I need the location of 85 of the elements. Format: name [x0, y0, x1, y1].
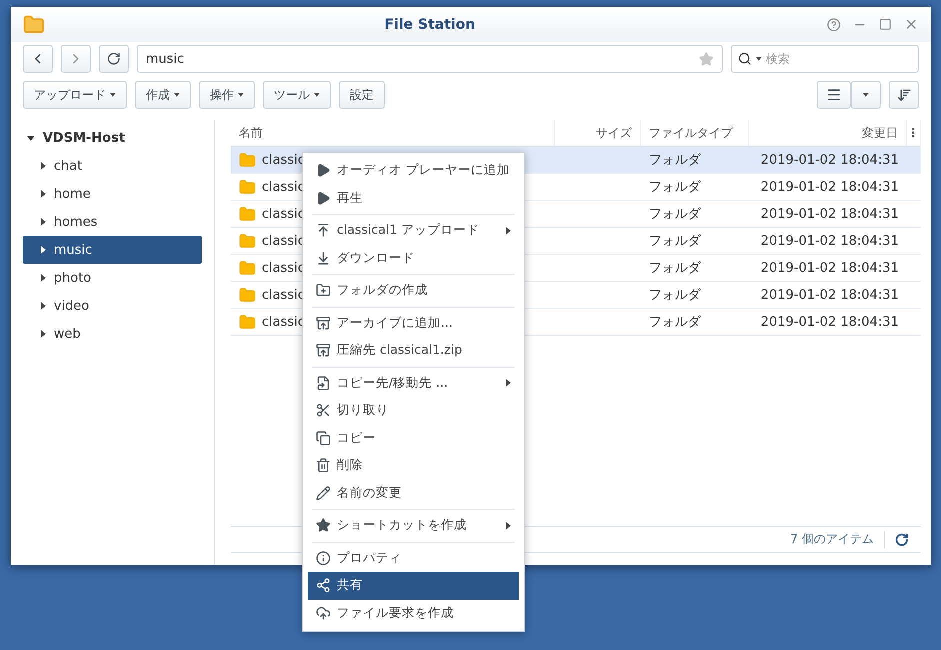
menu-item[interactable]: 名前の変更 — [308, 480, 519, 507]
maximize-icon[interactable] — [879, 18, 892, 31]
table-cell-text: フォルダ — [648, 233, 702, 251]
tree-item[interactable]: photo — [23, 264, 202, 292]
folder-icon — [239, 178, 256, 196]
refresh-icon[interactable] — [895, 532, 909, 546]
toolbar-button[interactable]: ツール — [263, 81, 331, 109]
cloud-upload-icon — [316, 606, 331, 621]
menu-item[interactable]: ショートカットを作成 — [308, 512, 519, 540]
file-name: classic — [262, 260, 306, 276]
play-icon — [316, 190, 331, 206]
back-button[interactable] — [23, 45, 53, 73]
archive-icon — [316, 316, 331, 331]
table-cell-text: 2019-01-02 18:04:31 — [760, 314, 900, 332]
table-cell-text: フォルダ — [648, 314, 702, 332]
tree-item[interactable]: home — [23, 180, 202, 208]
table-cell-text: フォルダ — [648, 260, 702, 278]
archive-icon — [316, 343, 331, 358]
folder-plus-icon — [316, 283, 331, 298]
refresh-button[interactable] — [99, 45, 129, 73]
menu-item[interactable]: コピー先/移動先 ... — [308, 370, 519, 397]
item-count: 7 個のアイテム — [790, 531, 874, 548]
toolbar-button[interactable]: 作成 — [135, 81, 191, 109]
table-cell-text: 2019-01-02 18:04:31 — [760, 178, 900, 196]
folder-icon — [239, 260, 256, 276]
close-icon[interactable] — [904, 17, 919, 32]
view-list-button[interactable] — [817, 81, 851, 109]
table-cell-text: 2019-01-02 18:04:31 — [760, 260, 900, 278]
toolbar-button[interactable]: 操作 — [199, 81, 255, 109]
scissors-icon — [316, 403, 331, 418]
menu-item[interactable]: アーカイブに追加... — [308, 310, 519, 337]
favorite-star-icon[interactable] — [699, 52, 714, 66]
tree-item[interactable]: music — [23, 236, 202, 264]
tree-item[interactable]: video — [23, 292, 202, 320]
table-cell-text: 2019-01-02 18:04:31 — [760, 206, 900, 224]
menu-item[interactable]: コピー — [308, 424, 519, 452]
refresh-icon — [107, 52, 121, 66]
toolbar-button[interactable]: 設定 — [339, 81, 385, 109]
folder-icon — [239, 286, 256, 304]
upload-icon — [316, 223, 331, 238]
tree-item[interactable]: chat — [23, 152, 202, 180]
star-icon — [316, 518, 331, 534]
table-cell-text: フォルダ — [648, 152, 702, 170]
file-name: classic — [262, 206, 306, 222]
pencil-icon — [316, 486, 331, 501]
trash-icon — [316, 458, 331, 474]
toolbar-button[interactable]: アップロード — [23, 81, 127, 109]
sort-icon — [896, 88, 912, 102]
file-arrow-icon — [316, 376, 331, 391]
download-icon — [316, 250, 331, 266]
list-icon — [826, 87, 842, 103]
table-cell-text: 2019-01-02 18:04:31 — [760, 286, 900, 304]
folder-icon — [239, 152, 256, 168]
help-icon[interactable] — [827, 18, 841, 32]
search-icon — [738, 52, 752, 66]
share-icon — [316, 578, 331, 594]
file-name: classic — [262, 234, 306, 248]
path-field[interactable]: music — [137, 45, 723, 73]
window-title: File Station — [384, 16, 476, 32]
file-name: classic — [262, 288, 306, 302]
file-name: classic — [262, 314, 306, 330]
menu-item[interactable]: プロパティ — [308, 544, 519, 572]
file-name: classic — [262, 152, 306, 168]
folder-icon — [239, 206, 256, 222]
menu-item[interactable]: ファイル要求を作成 — [308, 600, 519, 627]
table-cell-text: 2019-01-02 18:04:31 — [760, 152, 900, 170]
play-icon — [316, 163, 331, 178]
tree-item[interactable]: web — [23, 320, 202, 348]
menu-item[interactable]: 圧縮先 classical1.zip — [308, 337, 519, 364]
folder-icon — [239, 232, 256, 250]
file-name: classic — [262, 180, 306, 194]
info-icon — [316, 550, 331, 566]
table-cell-text: フォルダ — [648, 287, 702, 305]
copy-icon — [316, 430, 331, 446]
table-cell-text: フォルダ — [648, 179, 702, 197]
tree-root[interactable]: VDSM-Host — [23, 124, 202, 152]
table-cell-text: フォルダ — [648, 206, 702, 224]
menu-item[interactable]: 切り取り — [308, 397, 519, 424]
sort-button[interactable] — [889, 81, 919, 109]
folder-icon — [239, 314, 256, 330]
menu-item[interactable]: 削除 — [308, 452, 519, 480]
tree-item[interactable]: homes — [23, 208, 202, 236]
table-cell-text: 2019-01-02 18:04:31 — [760, 232, 900, 250]
menu-item[interactable]: 共有 — [308, 572, 519, 600]
folder-icon — [23, 14, 45, 36]
